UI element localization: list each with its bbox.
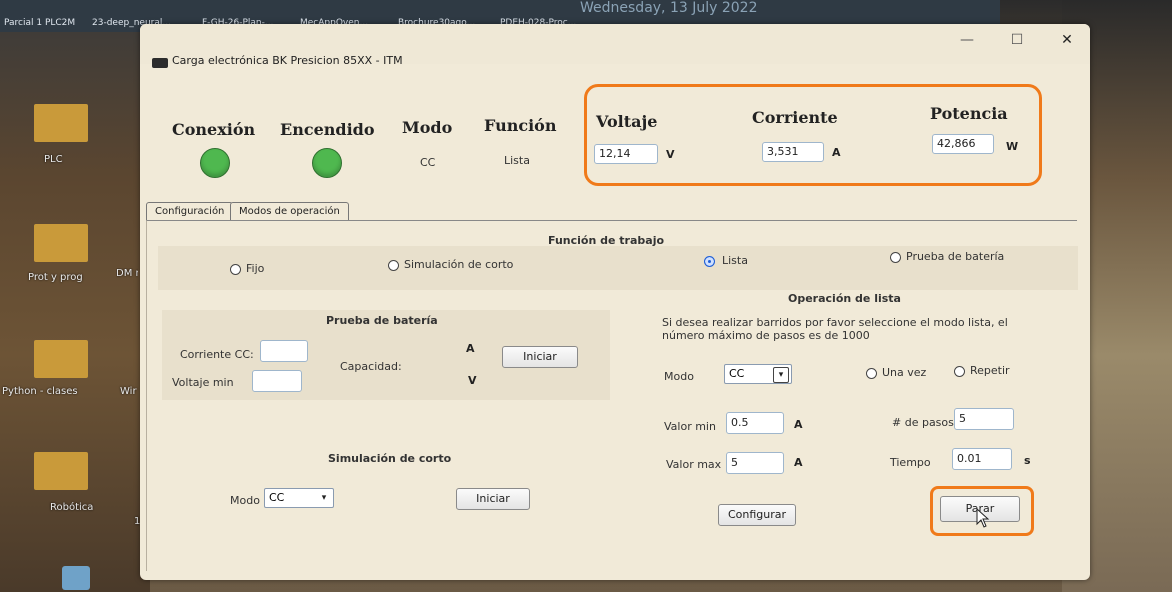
app-window: Carga electrónica BK Presicion 85XX - IT… [140,24,1090,580]
radio-simulacion-corto[interactable] [388,260,399,271]
voltaje-field: 12,14 [594,144,658,164]
capacidad-unit-v: V [468,374,477,387]
valor-max-unit: A [794,456,803,469]
taskbar-item[interactable]: Parcial 1 PLC2M [4,18,75,28]
iniciar-bateria-button[interactable]: Iniciar [502,346,578,368]
desktop-icon-label: Prot y prog [28,272,83,283]
valor-max-label: Valor max [666,458,722,471]
close-button[interactable]: ✕ [1052,32,1082,48]
radio-prueba-bateria[interactable] [890,252,901,263]
corriente-label: Corriente [752,108,838,127]
lista-modo-select[interactable]: CC ▾ [724,364,792,384]
desktop-icon-label: Python - clases [2,386,78,397]
funcion-value: Lista [504,154,530,167]
date-text: Wednesday, 13 July 2022 [580,0,758,16]
desktop-icon-label: Robótica [50,502,94,513]
potencia-unit: W [1006,140,1019,153]
radio-una-vez-label: Una vez [882,366,927,379]
radio-una-vez[interactable] [866,368,877,379]
radio-lista[interactable] [704,256,715,267]
encendido-led [312,148,342,178]
mouse-cursor-icon [976,508,990,528]
window-title: Carga electrónica BK Presicion 85XX - IT… [172,54,403,67]
voltaje-min-input[interactable] [252,370,302,392]
tiempo-label: Tiempo [890,456,931,469]
voltaje-min-label: Voltaje min [172,376,234,389]
iniciar-corto-button[interactable]: Iniciar [456,488,530,510]
recycle-bin-icon[interactable] [62,566,90,590]
chevron-down-icon: ▾ [321,493,327,503]
potencia-field: 42,866 [932,134,994,154]
operacion-lista-title: Operación de lista [788,292,901,305]
conexion-label: Conexión [172,120,256,139]
tiempo-unit: s [1024,454,1031,467]
radio-repetir[interactable] [954,366,965,377]
title-bar: Carga electrónica BK Presicion 85XX - IT… [140,24,1090,68]
desktop-icon-label: Wir [120,386,137,397]
pasos-input[interactable]: 5 [954,408,1014,430]
prueba-bateria-title: Prueba de batería [326,314,438,327]
corriente-cc-label: Corriente CC: [180,348,254,361]
tab-configuracion[interactable]: Configuración [146,202,234,221]
sim-modo-select[interactable]: CC ▾ [264,488,334,508]
folder-icon[interactable] [34,452,88,490]
valor-max-input[interactable]: 5 [726,452,784,474]
operacion-lista-description: Si desea realizar barridos por favor sel… [662,316,1008,342]
sim-modo-label: Modo [230,494,260,507]
radio-fijo[interactable] [230,264,241,275]
conexion-led [200,148,230,178]
valor-min-unit: A [794,418,803,431]
valor-min-label: Valor min [664,420,716,433]
folder-icon[interactable] [34,340,88,378]
funcion-label: Función [484,116,557,135]
valor-min-input[interactable]: 0.5 [726,412,784,434]
configurar-button[interactable]: Configurar [718,504,796,526]
tiempo-input[interactable]: 0.01 [952,448,1012,470]
folder-icon[interactable] [34,224,88,262]
radio-prueba-bateria-label: Prueba de batería [906,250,1005,263]
corriente-cc-input[interactable] [260,340,308,362]
radio-repetir-label: Repetir [970,364,1010,377]
desktop-icon-label: PLC [44,154,63,165]
maximize-button[interactable]: ☐ [1002,32,1032,48]
sim-modo-value: CC [269,491,285,504]
tab-modos-de-operacion[interactable]: Modos de operación [230,202,349,221]
lista-modo-label: Modo [664,370,694,383]
folder-icon[interactable] [34,104,88,142]
chevron-down-icon: ▾ [773,367,789,383]
simulacion-corto-title: Simulación de corto [328,452,452,465]
modo-value: CC [420,156,436,169]
desktop-icon-label: DM resu [116,268,138,279]
radio-simulacion-corto-label: Simulación de corto [404,258,514,271]
corriente-unit: A [832,146,841,159]
lista-modo-value: CC [729,367,745,380]
radio-fijo-label: Fijo [246,262,265,275]
voltaje-unit: V [666,148,675,161]
encendido-label: Encendido [280,120,375,139]
minimize-button[interactable]: — [952,32,982,48]
app-icon [152,58,168,68]
capacidad-label: Capacidad: [340,360,402,373]
potencia-label: Potencia [930,104,1008,123]
capacidad-unit-a: A [466,342,475,355]
radio-lista-label: Lista [722,254,748,267]
corriente-field: 3,531 [762,142,824,162]
funcion-trabajo-title: Función de trabajo [548,234,665,247]
voltaje-label: Voltaje [596,112,658,131]
modo-label: Modo [402,118,453,137]
pasos-label: # de pasos [892,416,954,429]
